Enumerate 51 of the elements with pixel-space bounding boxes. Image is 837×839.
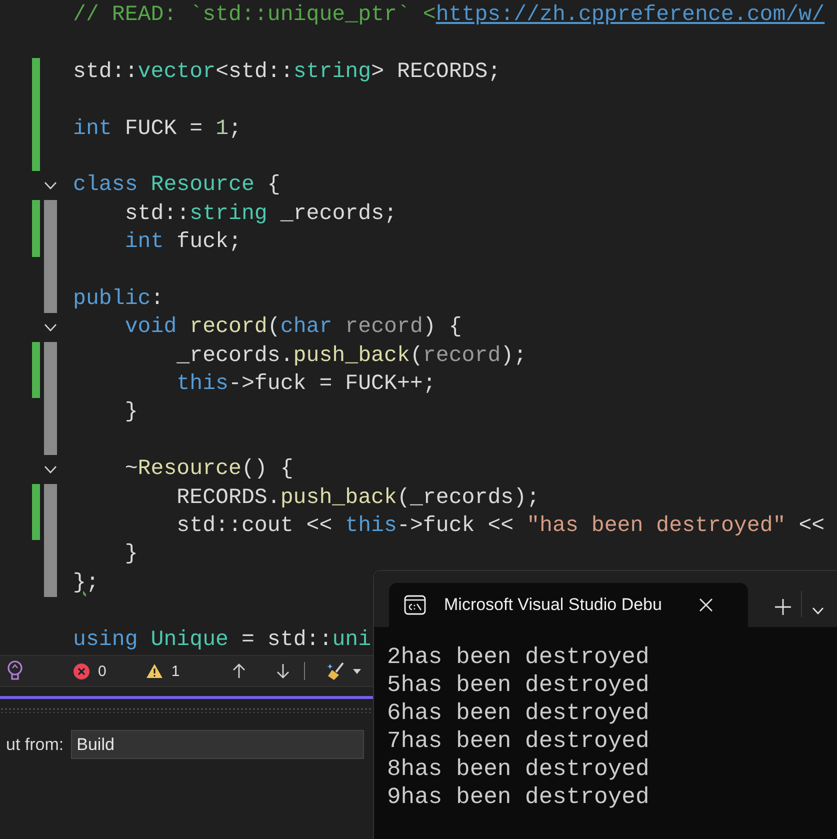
terminal-icon — [404, 595, 426, 615]
down-arrow-icon[interactable] — [276, 663, 290, 679]
terminal-output-line: 5has been destroyed — [387, 671, 650, 699]
dropdown-button[interactable] — [812, 607, 824, 615]
tab-title: Microsoft Visual Studio Debu — [444, 595, 663, 615]
outline-bar — [44, 426, 57, 456]
code-line: RECORDS.push_back(_records); — [176, 484, 540, 512]
terminal-output-line: 7has been destroyed — [387, 727, 650, 755]
code-line: int FUCK = 1; — [73, 116, 242, 143]
terminal-tab[interactable]: Microsoft Visual Studio Debu — [389, 583, 748, 627]
code-line: using Unique = std::uni — [73, 626, 372, 654]
code-line: } — [124, 399, 138, 426]
close-icon — [699, 598, 713, 612]
output-source-label: ut from: — [6, 734, 64, 754]
code-line: class Resource { — [73, 172, 280, 200]
code-line: int fuck; — [124, 229, 242, 256]
output-source-dropdown[interactable]: Build — [70, 730, 364, 759]
collapse-icon[interactable] — [44, 322, 57, 332]
broom-icon[interactable] — [326, 661, 363, 681]
code-line: }; — [73, 570, 99, 597]
terminal-output-line: 2has been destroyed — [387, 643, 650, 671]
code-line: // READ: `std::unique_ptr` <https://zh.cppreference.com/w/ — [73, 2, 825, 29]
warning-icon[interactable] — [146, 663, 164, 679]
code-line: } — [124, 541, 138, 568]
close-button[interactable] — [699, 598, 713, 612]
plus-icon — [775, 599, 791, 615]
code-line: ~Resource() { — [124, 456, 294, 484]
terminal-output-line: 6has been destroyed — [387, 699, 650, 727]
collapse-icon[interactable] — [44, 181, 57, 190]
error-icon[interactable] — [73, 662, 90, 680]
outline-bar — [44, 342, 57, 370]
up-arrow-icon[interactable] — [232, 663, 246, 679]
chevron-down-icon — [812, 607, 824, 615]
terminal-output-line: 9has been destroyed — [387, 783, 650, 811]
lightbulb-icon[interactable] — [5, 660, 25, 682]
warning-count: 1 — [171, 662, 180, 680]
outline-bar — [44, 200, 57, 228]
terminal-output-line: 8has been destroyed — [387, 755, 650, 783]
outline-bar — [44, 484, 57, 512]
error-count: 0 — [98, 662, 106, 680]
outline-bar — [44, 568, 57, 598]
code-line: void record(char record) { — [124, 314, 462, 342]
outline-bar — [44, 284, 57, 314]
code-line: std::string _records; — [124, 200, 397, 228]
code-line: _records.push_back(record); — [176, 342, 527, 370]
code-line: std::vector<std::string> RECORDS; — [73, 58, 501, 86]
collapse-icon[interactable] — [44, 464, 57, 474]
code-line: std::cout << this->fuck << "has been destroyed" << — [176, 513, 825, 540]
new-tab-button[interactable] — [775, 599, 791, 615]
code-line: public: — [73, 286, 164, 313]
code-line: this->fuck = FUCK++; — [176, 371, 436, 398]
